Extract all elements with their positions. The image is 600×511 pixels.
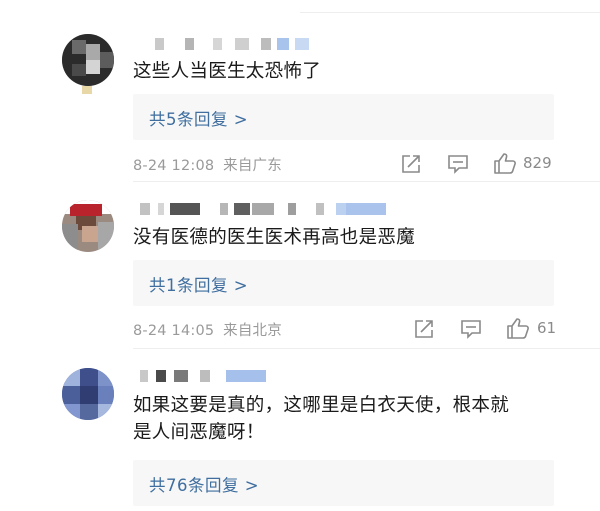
avatar[interactable] [62,34,114,86]
view-replies-link[interactable]: 共5条回复 > [149,106,248,130]
avatar[interactable] [62,200,114,252]
comment-text: 如果这要是真的，这哪里是白衣天使，根本就 是人间恶魔呀！ [133,395,510,443]
replies-box[interactable]: 共1条回复 > [133,260,554,306]
comment-location: 来自广东 [223,158,282,174]
replies-box[interactable]: 共76条回复 > [133,460,554,506]
comment-time: 8-24 14:05 [133,323,215,339]
like-count: 61 [537,319,557,337]
share-icon[interactable] [413,319,435,339]
comment-text: 这些人当医生太恐怖了 [133,61,322,82]
username-blurred[interactable] [140,370,270,382]
like-count: 829 [523,154,552,172]
divider [133,348,600,349]
comment-icon[interactable] [460,319,482,339]
like-icon[interactable] [493,152,517,174]
replies-box[interactable]: 共5条回复 > [133,94,554,140]
comment-meta: 8-24 14:05 来自北京 [133,319,282,340]
comment-meta: 8-24 12:08 来自广东 [133,154,282,175]
share-icon[interactable] [400,154,422,174]
username-blurred[interactable] [155,38,315,50]
like-icon[interactable] [506,317,530,339]
view-replies-link[interactable]: 共76条回复 > [149,472,259,496]
comment-time: 8-24 12:08 [133,158,215,174]
username-blurred[interactable] [140,203,390,215]
avatar-badge [82,86,92,94]
comment-text: 没有医德的医生医术再高也是恶魔 [133,227,416,248]
comment-location: 来自北京 [223,323,282,339]
avatar[interactable] [62,368,114,420]
divider [133,181,600,182]
top-divider [300,12,600,13]
view-replies-link[interactable]: 共1条回复 > [149,272,248,296]
comment-icon[interactable] [447,154,469,174]
